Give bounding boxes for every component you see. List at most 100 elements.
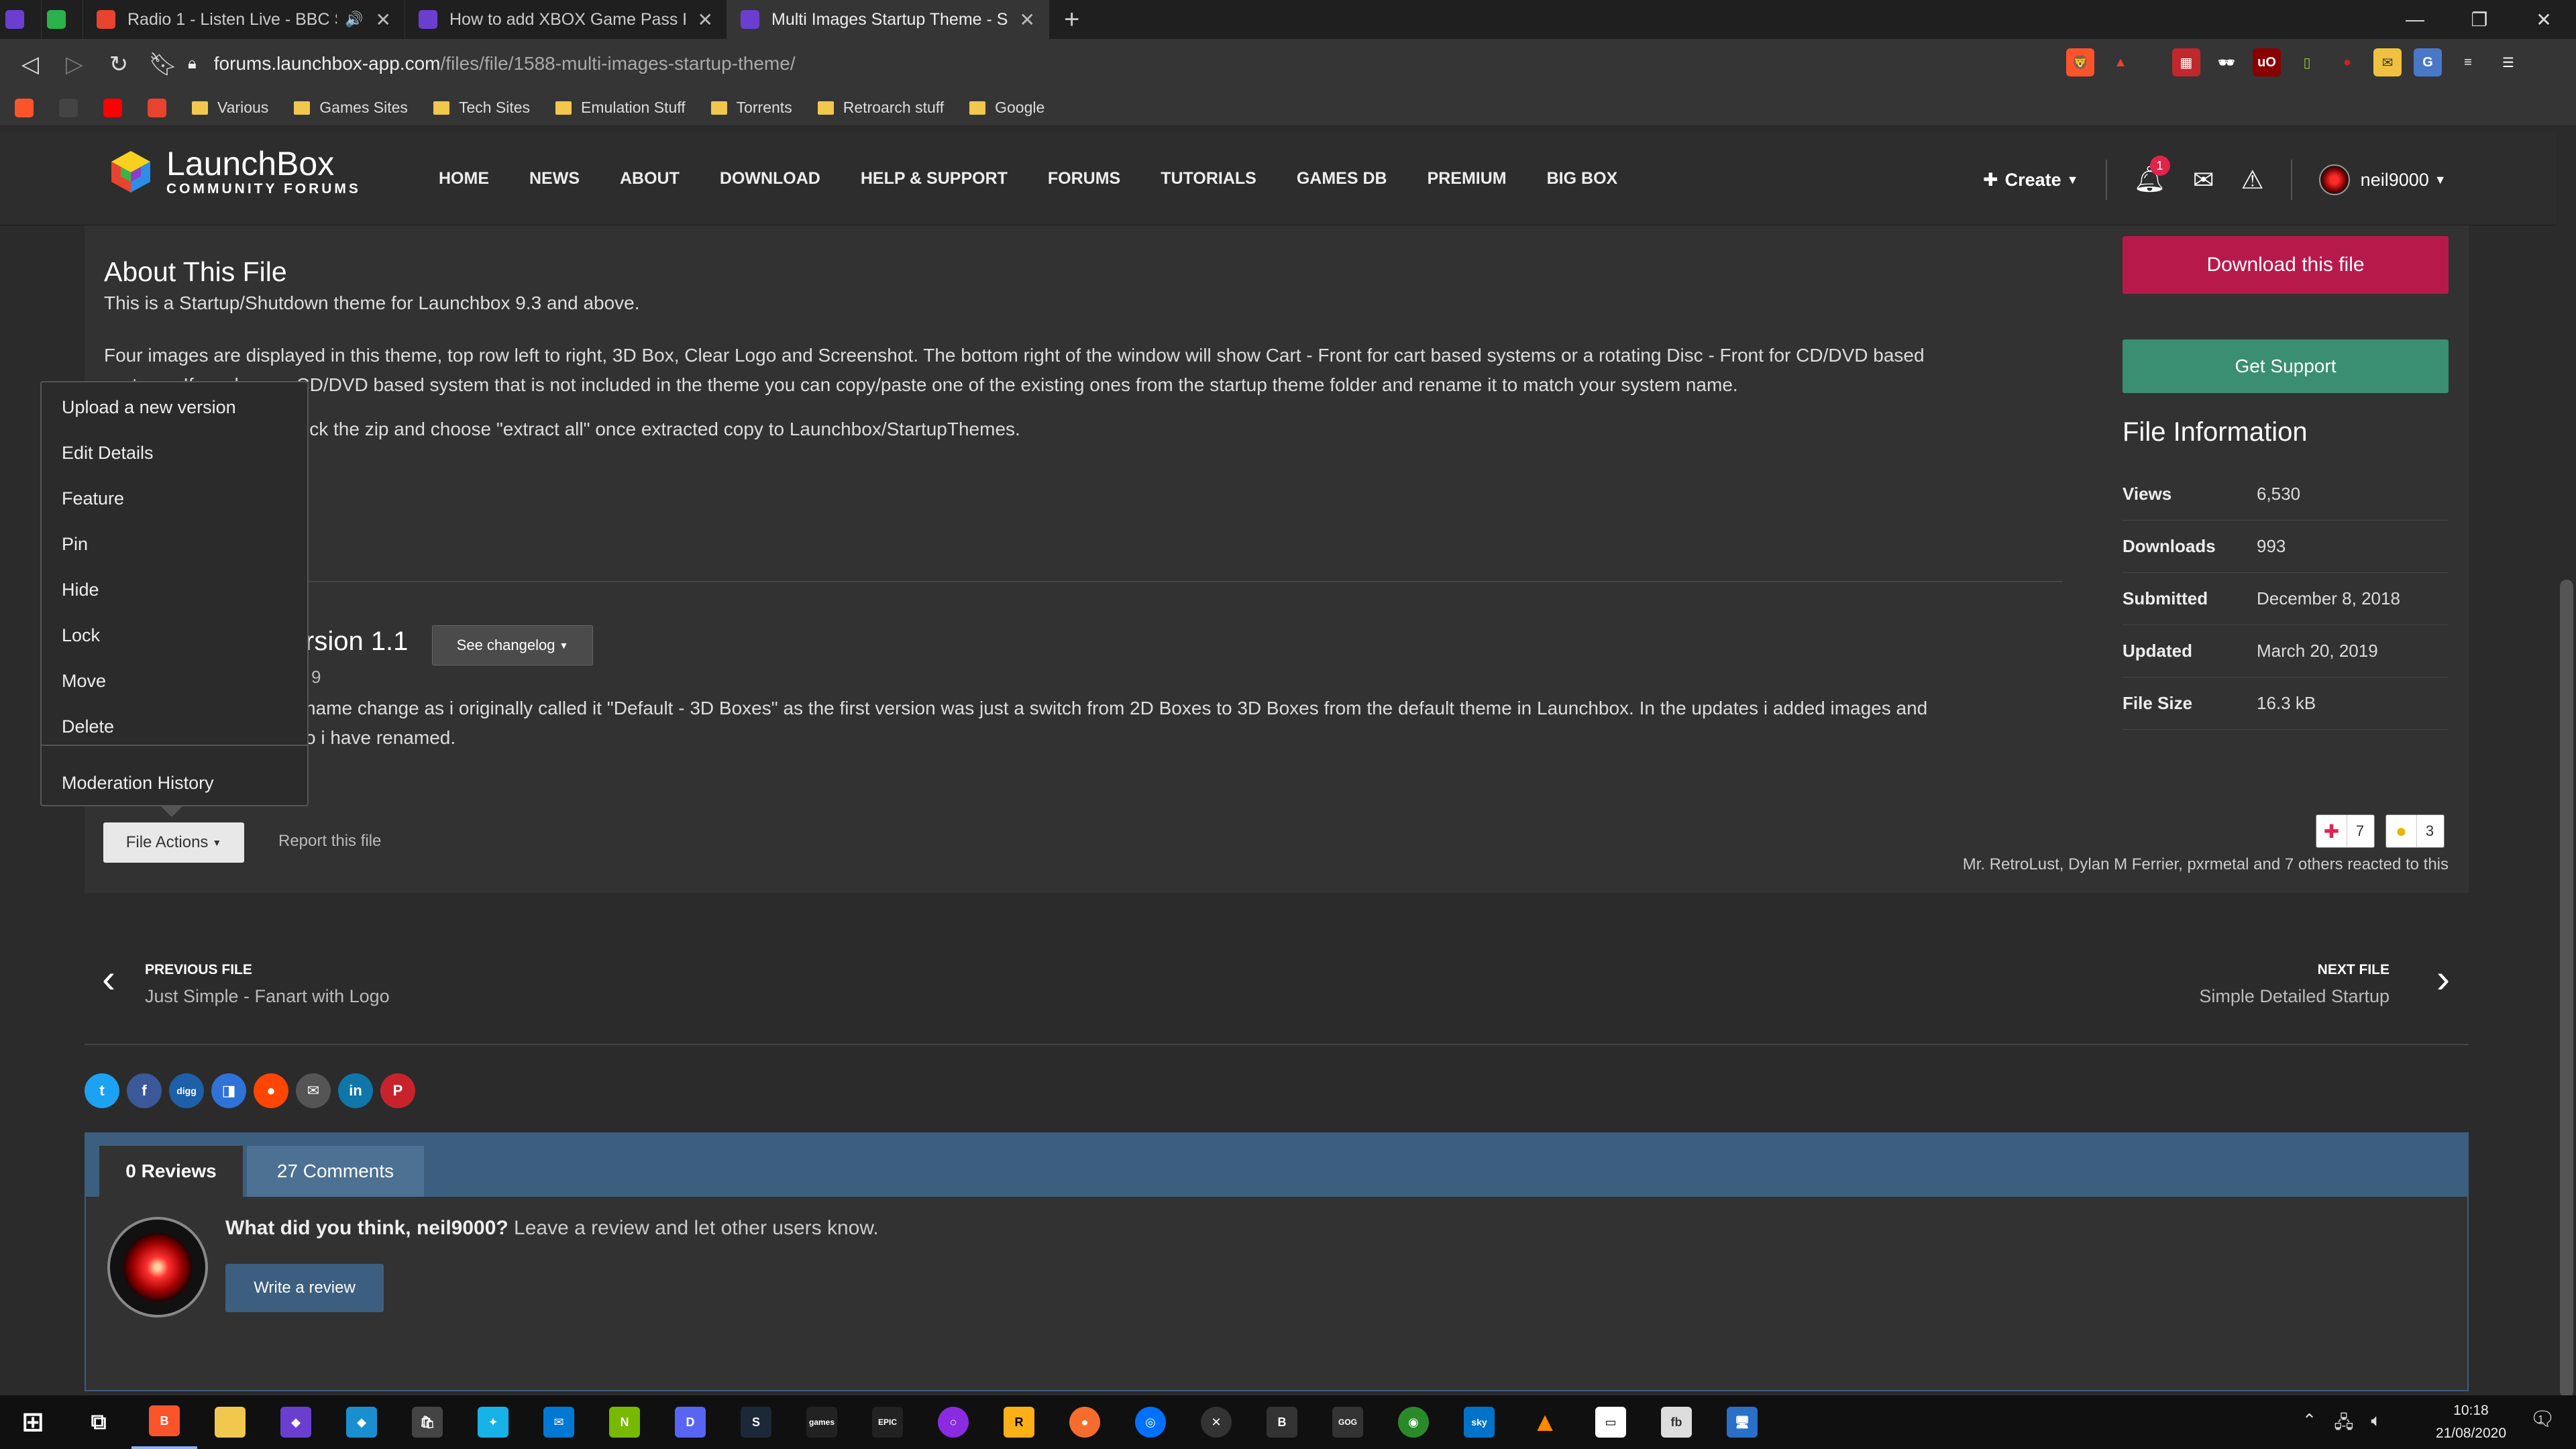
- report-file-link[interactable]: Report this file: [278, 832, 381, 851]
- taskbar-steam[interactable]: S: [723, 1395, 789, 1449]
- bookmark-icon-site[interactable]: [59, 98, 78, 117]
- scrollbar-thumb[interactable]: [2560, 580, 2573, 1398]
- start-button[interactable]: ⊞: [0, 1395, 66, 1449]
- file-actions-button[interactable]: File Actions ▼: [103, 822, 244, 863]
- menu-feature[interactable]: Feature: [62, 488, 124, 509]
- next-file-link[interactable]: Simple Detailed Startup: [2199, 986, 2390, 1007]
- extension-icon[interactable]: ●: [2333, 48, 2361, 76]
- digg-icon[interactable]: digg: [169, 1073, 204, 1108]
- create-menu[interactable]: ✚ Create ▼: [1983, 170, 2079, 191]
- taskbar-app[interactable]: ◆: [329, 1395, 394, 1449]
- facebook-icon[interactable]: f: [127, 1073, 162, 1108]
- page-scrollbar[interactable]: [2556, 131, 2576, 1398]
- reload-icon[interactable]: ↻: [97, 42, 141, 87]
- email-icon[interactable]: ✉: [296, 1073, 331, 1108]
- previous-file-link[interactable]: Just Simple - Fanart with Logo: [145, 986, 390, 1007]
- notification-center-icon[interactable]: 🗨︎1: [2530, 1407, 2561, 1431]
- taskbar-nvidia[interactable]: N: [592, 1395, 657, 1449]
- network-icon[interactable]: 🖧︎: [2334, 1410, 2353, 1440]
- warning-icon[interactable]: ⚠: [2241, 165, 2264, 195]
- nav-games-db[interactable]: GAMES DB: [1297, 169, 1387, 189]
- taskbar-discord[interactable]: D: [657, 1395, 723, 1449]
- taskbar-epic[interactable]: EPIC: [855, 1395, 920, 1449]
- bookmark-icon[interactable]: 🔖︎: [141, 42, 185, 87]
- linkedin-icon[interactable]: in: [338, 1073, 373, 1108]
- taskbar-bethesda[interactable]: B: [1249, 1395, 1315, 1449]
- chevron-left-icon[interactable]: ‹: [102, 955, 115, 1002]
- taskbar-vlc[interactable]: ▲: [1512, 1395, 1578, 1449]
- taskbar-oculus[interactable]: ▭: [1578, 1395, 1644, 1449]
- get-support-button[interactable]: Get Support: [2123, 339, 2449, 393]
- back-icon[interactable]: ◁: [8, 42, 52, 87]
- menu-pin[interactable]: Pin: [62, 534, 88, 555]
- menu-moderation-history[interactable]: Moderation History: [62, 773, 214, 794]
- user-menu[interactable]: neil9000 ▼: [2318, 164, 2447, 195]
- audio-icon[interactable]: 🔊: [345, 11, 363, 28]
- taskbar-brave[interactable]: B: [131, 1395, 197, 1449]
- notifications-bell-icon[interactable]: 🔔︎ 1: [2134, 156, 2170, 195]
- tab-reviews[interactable]: 0 Reviews: [99, 1146, 243, 1197]
- write-review-button[interactable]: Write a review: [225, 1264, 384, 1312]
- bookmark-folder[interactable]: Various: [192, 99, 268, 117]
- ublock-icon[interactable]: uO: [2253, 48, 2281, 76]
- bookmark-brave[interactable]: [15, 98, 34, 117]
- bookmark-folder[interactable]: Google: [969, 99, 1044, 117]
- menu-hide[interactable]: Hide: [62, 580, 99, 600]
- taskbar-rockstar[interactable]: R: [986, 1395, 1052, 1449]
- bookmark-folder[interactable]: Games Sites: [294, 99, 408, 117]
- pinned-tab-feedly[interactable]: [42, 0, 83, 39]
- tab-close-icon[interactable]: ✕: [1020, 9, 1035, 31]
- menu-move[interactable]: Move: [62, 671, 106, 692]
- nav-download[interactable]: DOWNLOAD: [720, 169, 820, 189]
- bookmark-folder[interactable]: Emulation Stuff: [555, 99, 686, 117]
- bookmark-radio[interactable]: [148, 98, 166, 117]
- tab-close-icon[interactable]: ✕: [376, 9, 391, 31]
- bookmark-youtube[interactable]: [103, 98, 122, 117]
- menu-icon[interactable]: ☰: [2494, 48, 2522, 76]
- site-logo[interactable]: LaunchBox COMMUNITY FORUMS: [107, 146, 361, 197]
- taskbar-kodi[interactable]: ✦: [460, 1395, 526, 1449]
- extension-icon[interactable]: ▦: [2172, 48, 2200, 76]
- extension-icon[interactable]: ✉: [2373, 48, 2402, 76]
- volume-icon[interactable]: 🔈︎: [2371, 1410, 2381, 1440]
- minimize-icon[interactable]: —: [2383, 0, 2447, 39]
- close-window-icon[interactable]: ✕: [2512, 0, 2576, 39]
- taskbar-gog[interactable]: GOG: [1315, 1395, 1381, 1449]
- new-tab-button[interactable]: +: [1049, 0, 1094, 39]
- menu-upload-new-version[interactable]: Upload a new version: [62, 397, 236, 418]
- reddit-icon[interactable]: ●: [254, 1073, 288, 1108]
- bookmark-folder[interactable]: Torrents: [710, 99, 792, 117]
- nav-premium[interactable]: PREMIUM: [1428, 169, 1507, 189]
- menu-lock[interactable]: Lock: [62, 625, 100, 646]
- taskbar-store[interactable]: 🛍︎: [394, 1395, 460, 1449]
- nav-tutorials[interactable]: TUTORIALS: [1161, 169, 1256, 189]
- chevron-up-icon[interactable]: ⌃: [2302, 1410, 2317, 1440]
- reacted-text[interactable]: Mr. RetroLust, Dylan M Ferrier, pxrmetal…: [1963, 855, 2449, 874]
- taskbar-foobar[interactable]: fb: [1644, 1395, 1709, 1449]
- taskbar-games[interactable]: games: [789, 1395, 855, 1449]
- nav-about[interactable]: ABOUT: [620, 169, 680, 189]
- taskbar-launchbox[interactable]: ◆: [263, 1395, 329, 1449]
- forward-icon[interactable]: ▷: [52, 42, 97, 87]
- extension-icon[interactable]: 🕶︎: [2212, 48, 2241, 76]
- taskbar-explorer[interactable]: [197, 1395, 263, 1449]
- taskbar-sky[interactable]: sky: [1446, 1395, 1512, 1449]
- tab-close-icon[interactable]: ✕: [698, 9, 713, 31]
- pinterest-icon[interactable]: P: [380, 1073, 415, 1108]
- taskbar-xbox[interactable]: ✕: [1183, 1395, 1249, 1449]
- taskbar-app[interactable]: ○: [920, 1395, 986, 1449]
- brave-rewards-icon[interactable]: ▲: [2106, 48, 2135, 76]
- tab-comments[interactable]: 27 Comments: [247, 1146, 424, 1197]
- tab-bbc-radio[interactable]: Radio 1 - Listen Live - BBC Sou 🔊 ✕: [83, 0, 405, 39]
- nav-forums[interactable]: FORUMS: [1048, 169, 1120, 189]
- download-file-button[interactable]: Download this file: [2123, 236, 2449, 294]
- taskbar-origin[interactable]: ●: [1052, 1395, 1118, 1449]
- nav-big-box[interactable]: BIG BOX: [1547, 169, 1618, 189]
- nav-news[interactable]: NEWS: [529, 169, 580, 189]
- messages-envelope-icon[interactable]: ✉: [2193, 165, 2214, 195]
- chevron-right-icon[interactable]: ›: [2436, 955, 2450, 1002]
- nav-home[interactable]: HOME: [439, 169, 489, 189]
- see-changelog-button[interactable]: See changelog ▼: [432, 625, 593, 665]
- tab-xbox-game-pass[interactable]: How to add XBOX Game Pass PC G ✕: [405, 0, 727, 39]
- reaction-thanks[interactable]: ● 3: [2385, 814, 2445, 848]
